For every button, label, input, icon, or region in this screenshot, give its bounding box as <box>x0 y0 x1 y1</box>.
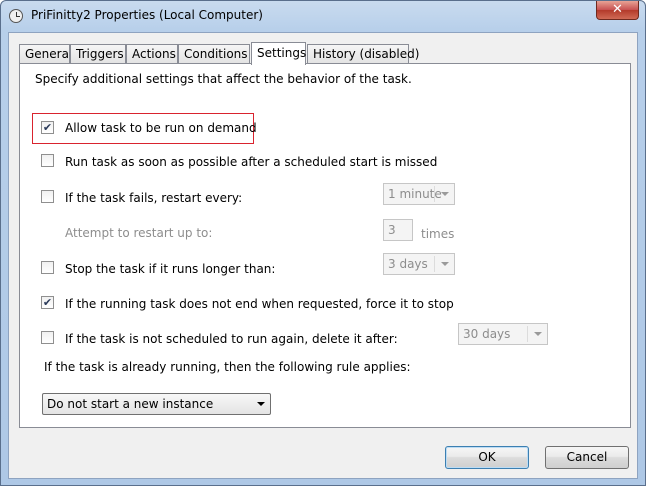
delete-after-label[interactable]: If the task is not scheduled to run agai… <box>65 332 398 346</box>
run-asap-checkbox[interactable] <box>41 154 54 167</box>
tab-history[interactable]: History (disabled) <box>307 44 419 64</box>
restart-attempts-input[interactable]: 3 <box>383 219 413 241</box>
window-title: PriFinitty2 Properties (Local Computer) <box>31 8 263 22</box>
allow-on-demand-checkbox[interactable]: ✔ <box>41 121 54 134</box>
delete-after-combo[interactable]: 30 days <box>458 323 548 345</box>
tab-triggers[interactable]: Triggers <box>70 44 126 64</box>
chevron-down-icon <box>441 262 449 266</box>
tab-settings[interactable]: Settings <box>251 42 306 65</box>
clock-icon <box>9 9 23 23</box>
ok-button[interactable]: OK <box>445 446 529 469</box>
tab-conditions[interactable]: Conditions <box>178 44 250 64</box>
tab-general[interactable]: General <box>19 44 72 64</box>
restart-on-fail-label[interactable]: If the task fails, restart every: <box>65 191 242 205</box>
instance-rule-combo[interactable]: Do not start a new instance <box>42 393 271 415</box>
dialog-client: General Triggers Actions Conditions Sett… <box>8 32 638 479</box>
settings-intro: Specify additional settings that affect … <box>35 72 412 86</box>
delete-after-checkbox[interactable] <box>41 331 54 344</box>
stop-duration-combo[interactable]: 3 days <box>383 253 455 275</box>
cancel-button[interactable]: Cancel <box>545 446 629 469</box>
force-stop-checkbox[interactable]: ✔ <box>41 296 54 309</box>
settings-page: Specify additional settings that affect … <box>19 63 631 428</box>
properties-window: PriFinitty2 Properties (Local Computer) … <box>0 0 646 486</box>
rule-label: If the task is already running, then the… <box>44 360 411 374</box>
stop-if-longer-checkbox[interactable] <box>41 261 54 274</box>
delete-after-value: 30 days <box>463 327 511 341</box>
restart-attempts-label: Attempt to restart up to: <box>65 226 213 240</box>
stop-duration-value: 3 days <box>388 257 428 271</box>
chevron-down-icon <box>257 402 265 406</box>
run-asap-label[interactable]: Run task as soon as possible after a sch… <box>65 155 437 169</box>
restart-interval-combo[interactable]: 1 minute <box>383 183 455 205</box>
chevron-down-icon <box>534 332 542 336</box>
tab-actions[interactable]: Actions <box>126 44 178 64</box>
restart-attempts-suffix: times <box>421 227 455 241</box>
close-button[interactable]: ✕ <box>596 1 639 20</box>
instance-rule-value: Do not start a new instance <box>47 397 214 411</box>
stop-if-longer-label[interactable]: Stop the task if it runs longer than: <box>65 262 275 276</box>
chevron-down-icon <box>441 192 449 196</box>
title-bar[interactable]: PriFinitty2 Properties (Local Computer) … <box>1 1 645 31</box>
restart-on-fail-checkbox[interactable] <box>41 190 54 203</box>
allow-on-demand-label[interactable]: Allow task to be run on demand <box>65 121 257 135</box>
force-stop-label[interactable]: If the running task does not end when re… <box>65 297 454 311</box>
